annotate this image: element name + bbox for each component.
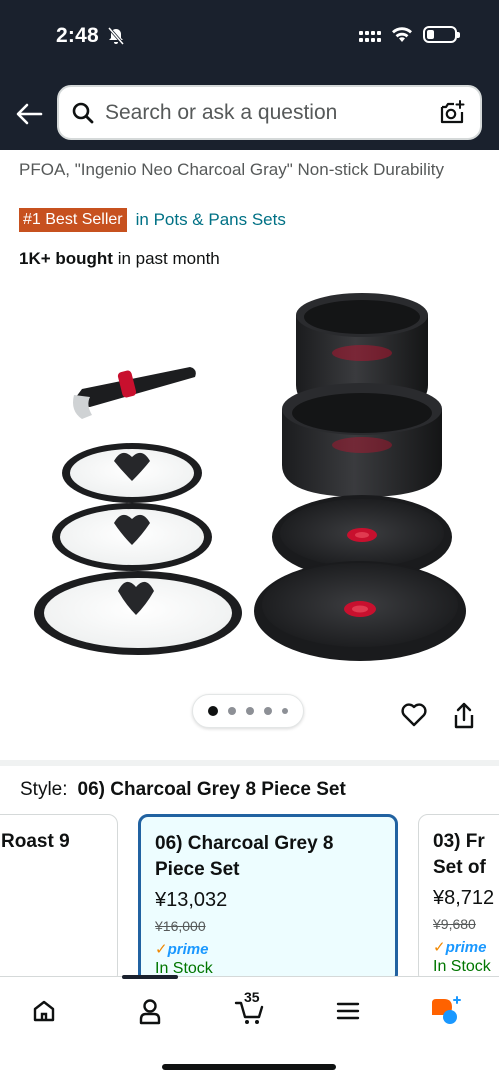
best-seller-badge[interactable]: #1 Best Seller: [19, 208, 127, 232]
product-image[interactable]: [30, 285, 480, 670]
image-carousel-indicator[interactable]: [192, 694, 304, 728]
nav-account[interactable]: [130, 991, 170, 1031]
style-selector-header: Style: 06) Charcoal Grey 8 Piece Set: [20, 779, 346, 801]
bought-suffix: in past month: [112, 249, 220, 268]
cellular-signal-icon: [359, 28, 381, 42]
style-option-old-price: ¥16,000: [155, 918, 206, 934]
best-seller-row: #1 Best Seller in Pots & Pans Sets: [19, 208, 286, 232]
style-option-stock: In Stock: [155, 960, 213, 976]
best-seller-category-link[interactable]: in Pots & Pans Sets: [136, 210, 286, 230]
frying-pan-large: [254, 561, 466, 661]
style-option-card[interactable]: 03) Fr Set of ¥8,712 ¥9,680 ✓prime In St…: [418, 814, 499, 976]
camera-lens-icon[interactable]: [438, 99, 466, 127]
app-header: 2:48 Search or ask a question: [0, 0, 499, 150]
carousel-dot: [264, 707, 272, 715]
heart-icon[interactable]: [400, 702, 428, 728]
carousel-dot: [282, 708, 288, 714]
prime-check-icon: ✓: [155, 941, 168, 958]
home-indicator[interactable]: [162, 1064, 336, 1070]
search-icon: [72, 102, 94, 123]
product-title[interactable]: PFOA, "Ingenio Neo Charcoal Gray" Non-st…: [19, 158, 479, 181]
search-placeholder: Search or ask a question: [105, 100, 338, 124]
status-time: 2:48: [56, 24, 99, 47]
rufus-ai-icon: [432, 996, 461, 1024]
carousel-dot: [246, 707, 254, 715]
style-label: Style:: [20, 779, 68, 800]
bell-off-icon: [107, 27, 125, 45]
style-option-card-selected[interactable]: 06) Charcoal Grey 8 Piece Set ¥13,032 ¥1…: [138, 814, 398, 976]
saucepan-medium: [282, 383, 442, 497]
cart-count-badge: 35: [244, 989, 260, 1005]
style-options-carousel[interactable]: Roast 9 06) Charcoal Grey 8 Piece Set ¥1…: [0, 814, 499, 976]
style-option-name: 03) Fr Set of: [433, 831, 486, 878]
style-option-price: ¥13,032: [155, 889, 228, 911]
battery-icon: [423, 26, 460, 43]
person-icon: [139, 999, 161, 1025]
hamburger-menu-icon: [336, 1002, 360, 1020]
home-icon: [33, 1000, 55, 1022]
style-selected-value: 06) Charcoal Grey 8 Piece Set: [77, 779, 346, 800]
status-icons: [359, 26, 460, 43]
style-option-stock: In Stock: [433, 958, 491, 975]
active-tab-indicator: [122, 975, 178, 979]
prime-label: prime: [167, 941, 209, 958]
carousel-dot-active: [208, 706, 218, 716]
nav-home[interactable]: [24, 991, 64, 1031]
glass-lid-medium: [52, 503, 212, 571]
share-icon[interactable]: [452, 701, 476, 731]
section-divider: [0, 760, 499, 766]
prime-badge: ✓prime: [433, 938, 499, 956]
wifi-icon: [392, 27, 412, 42]
bought-in-past-month: 1K+ bought in past month: [19, 249, 220, 269]
search-input[interactable]: Search or ask a question: [57, 85, 482, 140]
style-option-card[interactable]: Roast 9: [0, 814, 118, 976]
style-option-price: ¥8,712: [433, 887, 495, 909]
nav-rufus[interactable]: [426, 991, 466, 1031]
prime-check-icon: ✓: [433, 939, 446, 956]
prime-label: prime: [445, 939, 487, 956]
style-option-old-price: ¥9,680: [433, 916, 476, 932]
back-arrow-icon[interactable]: [14, 100, 44, 128]
bought-count: 1K+ bought: [19, 249, 113, 268]
glass-lid-small: [62, 443, 202, 503]
detachable-handle: [73, 367, 196, 419]
nav-menu[interactable]: [328, 991, 368, 1031]
style-option-name: Roast 9: [1, 831, 70, 852]
style-option-name: 06) Charcoal Grey 8 Piece Set: [155, 833, 334, 880]
glass-lid-large: [34, 571, 242, 655]
carousel-dot: [228, 707, 236, 715]
prime-badge: ✓prime: [155, 940, 381, 958]
